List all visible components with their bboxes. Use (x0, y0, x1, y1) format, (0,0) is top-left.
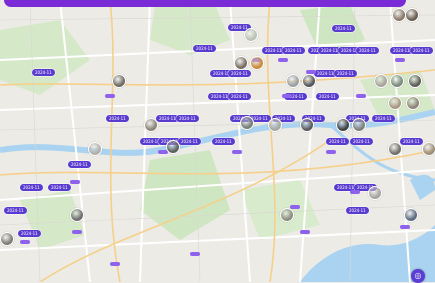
photo-date-marker[interactable]: 2024-11 (400, 138, 423, 145)
photo-thumbnail-marker[interactable] (352, 118, 366, 132)
mini-tag-marker[interactable] (326, 150, 336, 154)
mini-tag-marker[interactable] (290, 205, 300, 209)
photo-date-marker[interactable]: 2024-11 (282, 47, 305, 54)
mini-tag-marker[interactable] (400, 225, 410, 229)
photo-date-marker[interactable]: 2024-11 (212, 138, 235, 145)
photo-date-marker[interactable]: 2024-11 (326, 138, 349, 145)
photo-thumbnail-marker[interactable] (368, 186, 382, 200)
photo-thumbnail-marker[interactable] (244, 28, 258, 42)
photo-date-marker[interactable]: 2024-11 (372, 115, 395, 122)
mini-tag-marker[interactable] (232, 150, 242, 154)
photo-thumbnail-marker[interactable] (302, 74, 316, 88)
mini-tag-marker[interactable] (70, 180, 80, 184)
mini-tag-marker[interactable] (350, 190, 360, 194)
photo-date-marker[interactable]: 2024-11 (228, 70, 251, 77)
photo-date-marker[interactable]: 2024-11 (4, 207, 27, 214)
photo-thumbnail-marker[interactable] (408, 74, 422, 88)
photo-thumbnail-marker[interactable] (300, 118, 314, 132)
photo-date-marker[interactable]: 2024-11 (68, 161, 91, 168)
mini-tag-marker[interactable] (300, 230, 310, 234)
photo-thumbnail-marker[interactable] (392, 8, 406, 22)
mini-tag-marker[interactable] (105, 94, 115, 98)
photo-date-marker[interactable]: 2024-11 (346, 207, 369, 214)
photo-thumbnail-marker[interactable] (250, 56, 264, 70)
photo-thumbnail-marker[interactable] (390, 74, 404, 88)
photo-date-marker[interactable]: 2024-11 (18, 230, 41, 237)
photo-date-marker[interactable]: 2024-11 (178, 138, 201, 145)
photo-thumbnail-marker[interactable] (280, 208, 294, 222)
mini-tag-marker[interactable] (190, 252, 200, 256)
photo-thumbnail-marker[interactable] (374, 74, 388, 88)
mini-tag-marker[interactable] (395, 58, 405, 62)
photo-date-marker[interactable]: 2024-11 (176, 115, 199, 122)
mini-tag-marker[interactable] (20, 240, 30, 244)
photo-thumbnail-marker[interactable] (268, 118, 282, 132)
photo-date-marker[interactable]: 2024-11 (332, 25, 355, 32)
mini-tag-marker[interactable] (278, 58, 288, 62)
mini-tag-marker[interactable] (110, 262, 120, 266)
photo-date-marker[interactable]: 2024-11 (193, 45, 216, 52)
photo-thumbnail-marker[interactable] (405, 8, 419, 22)
photo-thumbnail-marker[interactable] (422, 142, 435, 156)
photo-date-marker[interactable]: 2024-11 (334, 70, 357, 77)
locate-me-icon[interactable]: ◎ (411, 269, 425, 283)
mini-tag-marker[interactable] (72, 230, 82, 234)
photo-date-marker[interactable]: 2024-11 (32, 69, 55, 76)
photo-thumbnail-marker[interactable] (406, 96, 420, 110)
photo-thumbnail-marker[interactable] (336, 118, 350, 132)
photo-thumbnail-marker[interactable] (70, 208, 84, 222)
photo-thumbnail-marker[interactable] (166, 140, 180, 154)
photo-thumbnail-marker[interactable] (388, 96, 402, 110)
photo-thumbnail-marker[interactable] (404, 208, 418, 222)
photo-date-marker[interactable]: 2024-11 (228, 93, 251, 100)
photo-thumbnail-marker[interactable] (240, 116, 254, 130)
top-header-bar (4, 0, 406, 7)
photo-thumbnail-marker[interactable] (112, 74, 126, 88)
photo-thumbnail-marker[interactable] (234, 56, 248, 70)
photo-date-marker[interactable]: 2024-11 (410, 47, 433, 54)
mini-tag-marker[interactable] (356, 94, 366, 98)
mini-tag-marker[interactable] (282, 94, 292, 98)
photo-thumbnail-marker[interactable] (388, 142, 402, 156)
photo-date-marker[interactable]: 2024-11 (350, 138, 373, 145)
photo-thumbnail-marker[interactable] (286, 74, 300, 88)
photo-thumbnail-marker[interactable] (0, 232, 14, 246)
photo-thumbnail-marker[interactable] (88, 142, 102, 156)
photo-date-marker[interactable]: 2024-11 (48, 184, 71, 191)
photo-date-marker[interactable]: 2024-11 (356, 47, 379, 54)
photo-date-marker[interactable]: 2024-11 (316, 93, 339, 100)
photo-date-marker[interactable]: 2024-11 (20, 184, 43, 191)
photo-date-marker[interactable]: 2024-11 (106, 115, 129, 122)
photo-thumbnail-marker[interactable] (144, 118, 158, 132)
